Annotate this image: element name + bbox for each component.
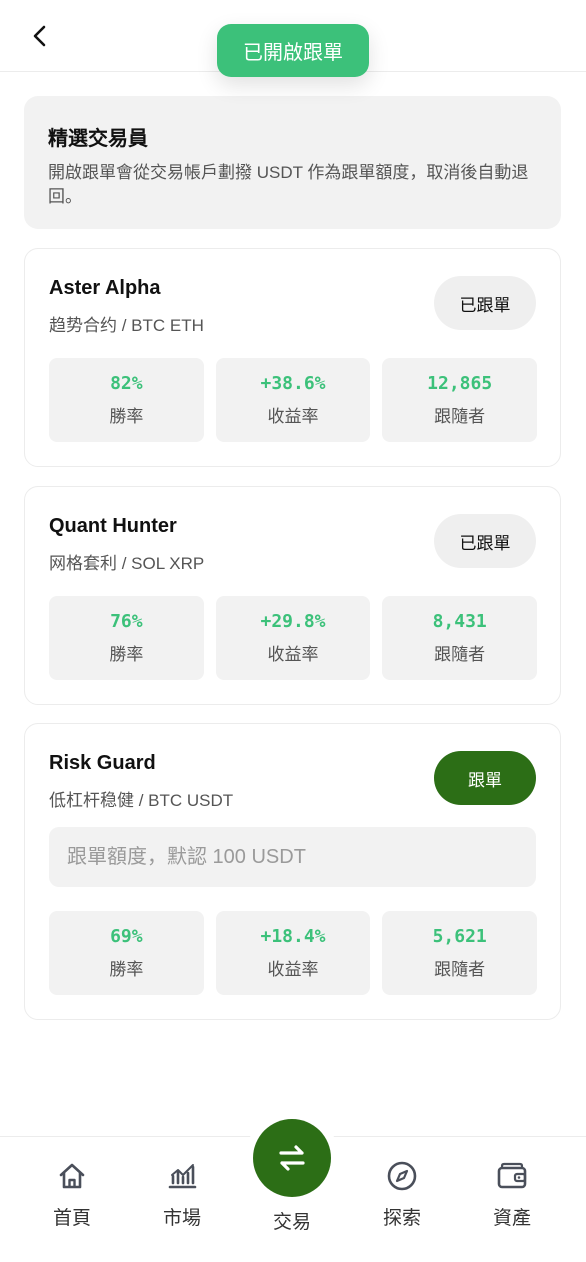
- wallet-icon: [495, 1159, 529, 1193]
- stat-label: 勝率: [109, 645, 144, 664]
- nav-label: 首頁: [52, 1208, 91, 1229]
- stat-label: 勝率: [109, 407, 144, 426]
- follow-button[interactable]: 跟單: [434, 751, 536, 805]
- nav-home[interactable]: 首頁: [27, 1159, 117, 1230]
- followed-button[interactable]: 已跟單: [434, 514, 536, 568]
- section-description: 開啟跟單會從交易帳戶劃撥 USDT 作為跟單額度，取消後自動退回。: [48, 163, 529, 206]
- nav-label: 市場: [162, 1208, 201, 1229]
- stat-value: 8,431: [432, 611, 487, 632]
- trader-name: Aster Alpha: [49, 277, 161, 299]
- stat-label: 收益率: [267, 960, 319, 979]
- stat-label: 跟隨者: [434, 407, 486, 426]
- nav-label: 資產: [492, 1208, 531, 1229]
- toast-notification: 已開啟跟單: [217, 24, 369, 77]
- back-button[interactable]: [26, 22, 54, 50]
- section-title: 精選交易員: [48, 128, 148, 150]
- trader-strategy: 低杠杆稳健 / BTC USDT: [49, 791, 234, 810]
- stat-win-rate: 82% 勝率: [49, 358, 204, 442]
- trader-name: Risk Guard: [49, 752, 156, 774]
- home-icon: [55, 1159, 89, 1193]
- stat-value: +18.4%: [260, 926, 326, 947]
- trader-stats: 76% 勝率 +29.8% 收益率 8,431 跟隨者: [49, 596, 538, 680]
- followed-button[interactable]: 已跟單: [434, 276, 536, 330]
- stat-win-rate: 76% 勝率: [49, 596, 204, 680]
- trader-card: Aster Alpha 趋势合约 / BTC ETH 已跟單 82% 勝率 +3…: [24, 248, 561, 467]
- intro-panel: 精選交易員 開啟跟單會從交易帳戶劃撥 USDT 作為跟單額度，取消後自動退回。: [24, 96, 561, 229]
- chart-icon: [165, 1159, 199, 1193]
- stat-value: 69%: [110, 926, 143, 947]
- trader-card: Risk Guard 低杠杆稳健 / BTC USDT 跟單 69% 勝率 +1…: [24, 723, 561, 1020]
- bottom-nav: 首頁 市場 交易 探索 資產: [0, 1111, 586, 1262]
- stat-value: +38.6%: [260, 373, 326, 394]
- swap-arrows-icon: [279, 1145, 305, 1171]
- trader-stats: 69% 勝率 +18.4% 收益率 5,621 跟隨者: [49, 911, 538, 995]
- nav-trade-wrapper: [245, 1111, 339, 1205]
- chevron-left-icon: [33, 25, 46, 47]
- nav-assets[interactable]: 資產: [467, 1159, 557, 1230]
- nav-market[interactable]: 市場: [137, 1159, 227, 1230]
- stat-label: 跟隨者: [434, 645, 486, 664]
- stat-label: 收益率: [267, 645, 319, 664]
- stat-value: 5,621: [432, 926, 487, 947]
- nav-label: 探索: [382, 1208, 421, 1229]
- nav-explore[interactable]: 探索: [357, 1159, 447, 1230]
- stat-followers: 5,621 跟隨者: [382, 911, 538, 995]
- stat-return: +18.4% 收益率: [215, 911, 371, 995]
- follow-amount-input[interactable]: [49, 827, 536, 887]
- stat-return: +29.8% 收益率: [215, 596, 371, 680]
- stat-win-rate: 69% 勝率: [49, 911, 204, 995]
- nav-trade-button[interactable]: [253, 1119, 331, 1197]
- trader-card: Quant Hunter 网格套利 / SOL XRP 已跟單 76% 勝率 +…: [24, 486, 561, 705]
- trader-strategy: 趋势合约 / BTC ETH: [49, 316, 204, 335]
- stat-value: 12,865: [427, 373, 493, 394]
- stat-value: +29.8%: [260, 611, 326, 632]
- stat-followers: 12,865 跟隨者: [382, 358, 538, 442]
- compass-icon: [385, 1159, 419, 1193]
- stat-label: 勝率: [109, 960, 144, 979]
- stat-value: 76%: [110, 611, 143, 632]
- stat-return: +38.6% 收益率: [215, 358, 371, 442]
- trader-name: Quant Hunter: [49, 515, 177, 537]
- stat-value: 82%: [110, 373, 143, 394]
- trader-stats: 82% 勝率 +38.6% 收益率 12,865 跟隨者: [49, 358, 538, 442]
- stat-followers: 8,431 跟隨者: [382, 596, 538, 680]
- nav-trade-label: 交易: [272, 1212, 311, 1233]
- trader-strategy: 网格套利 / SOL XRP: [49, 554, 205, 573]
- stat-label: 跟隨者: [434, 960, 486, 979]
- stat-label: 收益率: [267, 407, 319, 426]
